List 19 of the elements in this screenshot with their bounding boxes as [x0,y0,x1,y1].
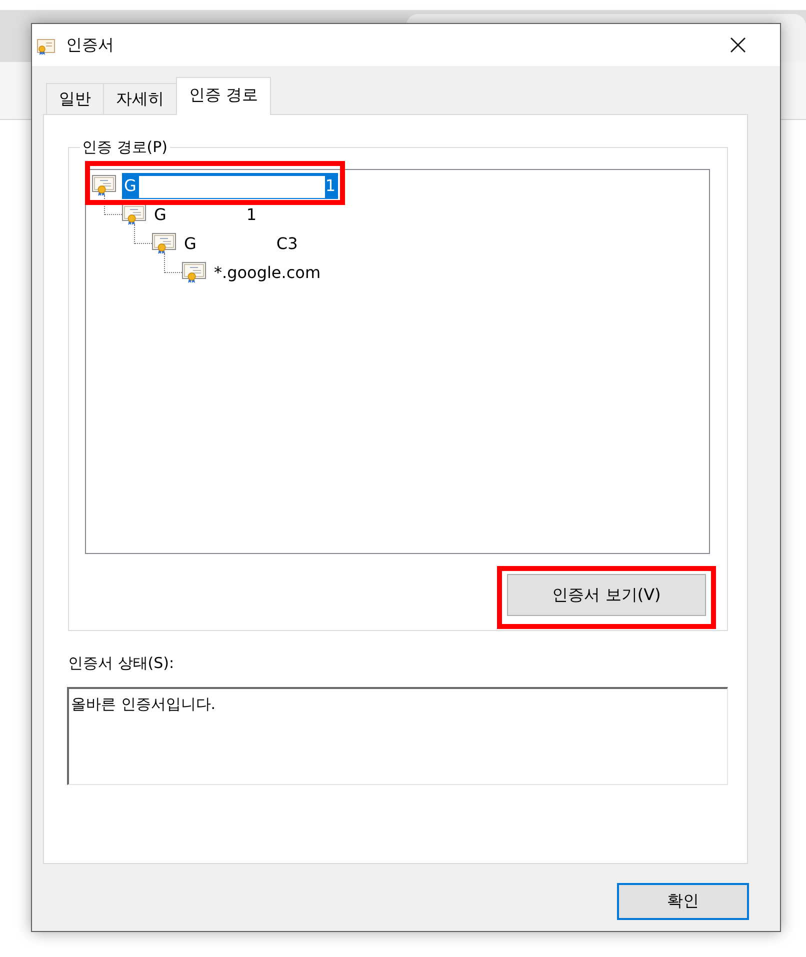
tree-item[interactable]: G 1 [122,172,338,198]
certificate-icon [37,39,55,55]
tree-item[interactable]: G 1 [152,202,259,228]
tree-item[interactable]: *.google.com [212,260,323,286]
tab[interactable]: 일반 [46,83,104,114]
group-label: 인증 경로(P) [81,137,169,157]
status-textbox[interactable]: 올바른 인증서입니다. [67,687,728,785]
certificate-icon [182,262,206,283]
close-icon[interactable] [730,37,746,53]
tab[interactable]: 인증 경로 [176,77,272,115]
certificate-icon [152,233,176,254]
tree-item[interactable]: G C3 [182,230,300,256]
tree-view[interactable]: G 1 G 1 G C3 *.google.com [85,169,710,554]
certificate-icon [92,175,116,196]
ok-button[interactable]: 확인 [617,883,749,920]
status-label: 인증서 상태(S): [68,653,176,673]
view-certificate-button[interactable]: 인증서 보기(V) [507,574,706,616]
window-title: 인증서 [66,35,114,55]
certificate-icon [122,204,146,225]
